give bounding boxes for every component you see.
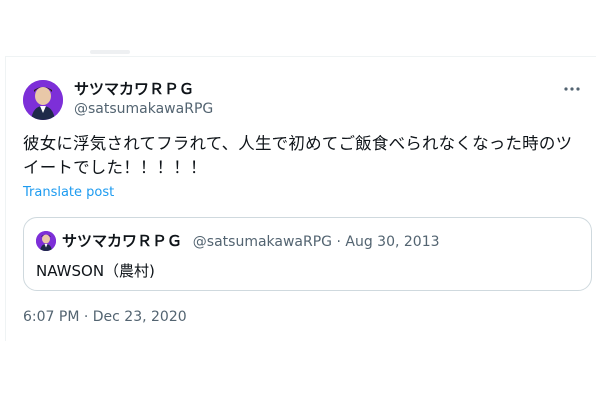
quoted-avatar-portrait-icon xyxy=(36,231,56,251)
previous-content-fragment xyxy=(90,50,130,54)
quoted-tweet[interactable]: サツマカワＲＰＧ @satsumakawaRPG · Aug 30, 2013 … xyxy=(23,217,592,291)
avatar-portrait-icon xyxy=(23,80,63,120)
translate-post-link[interactable]: Translate post xyxy=(23,185,114,200)
more-icon[interactable] xyxy=(562,79,582,99)
quoted-author-name: サツマカワＲＰＧ xyxy=(62,232,183,250)
quoted-text: NAWSON（農村) xyxy=(36,262,155,280)
quoted-header: サツマカワＲＰＧ @satsumakawaRPG · Aug 30, 2013 xyxy=(62,231,440,252)
quoted-meta: @satsumakawaRPG · Aug 30, 2013 xyxy=(192,234,440,250)
author-name[interactable]: サツマカワＲＰＧ xyxy=(74,80,194,98)
post-timestamp[interactable]: 6:07 PM · Dec 23, 2020 xyxy=(23,309,187,325)
tweet-text: 彼女に浮気されてフラれて、人生で初めてご飯食べられなくなった時のツイートでした！… xyxy=(23,134,573,177)
quoted-avatar xyxy=(36,231,56,251)
tweet-card: サツマカワＲＰＧ @satsumakawaRPG 彼女に浮気されてフラれて、人生… xyxy=(5,56,596,341)
avatar[interactable] xyxy=(23,80,63,120)
author-handle[interactable]: @satsumakawaRPG xyxy=(74,100,213,118)
